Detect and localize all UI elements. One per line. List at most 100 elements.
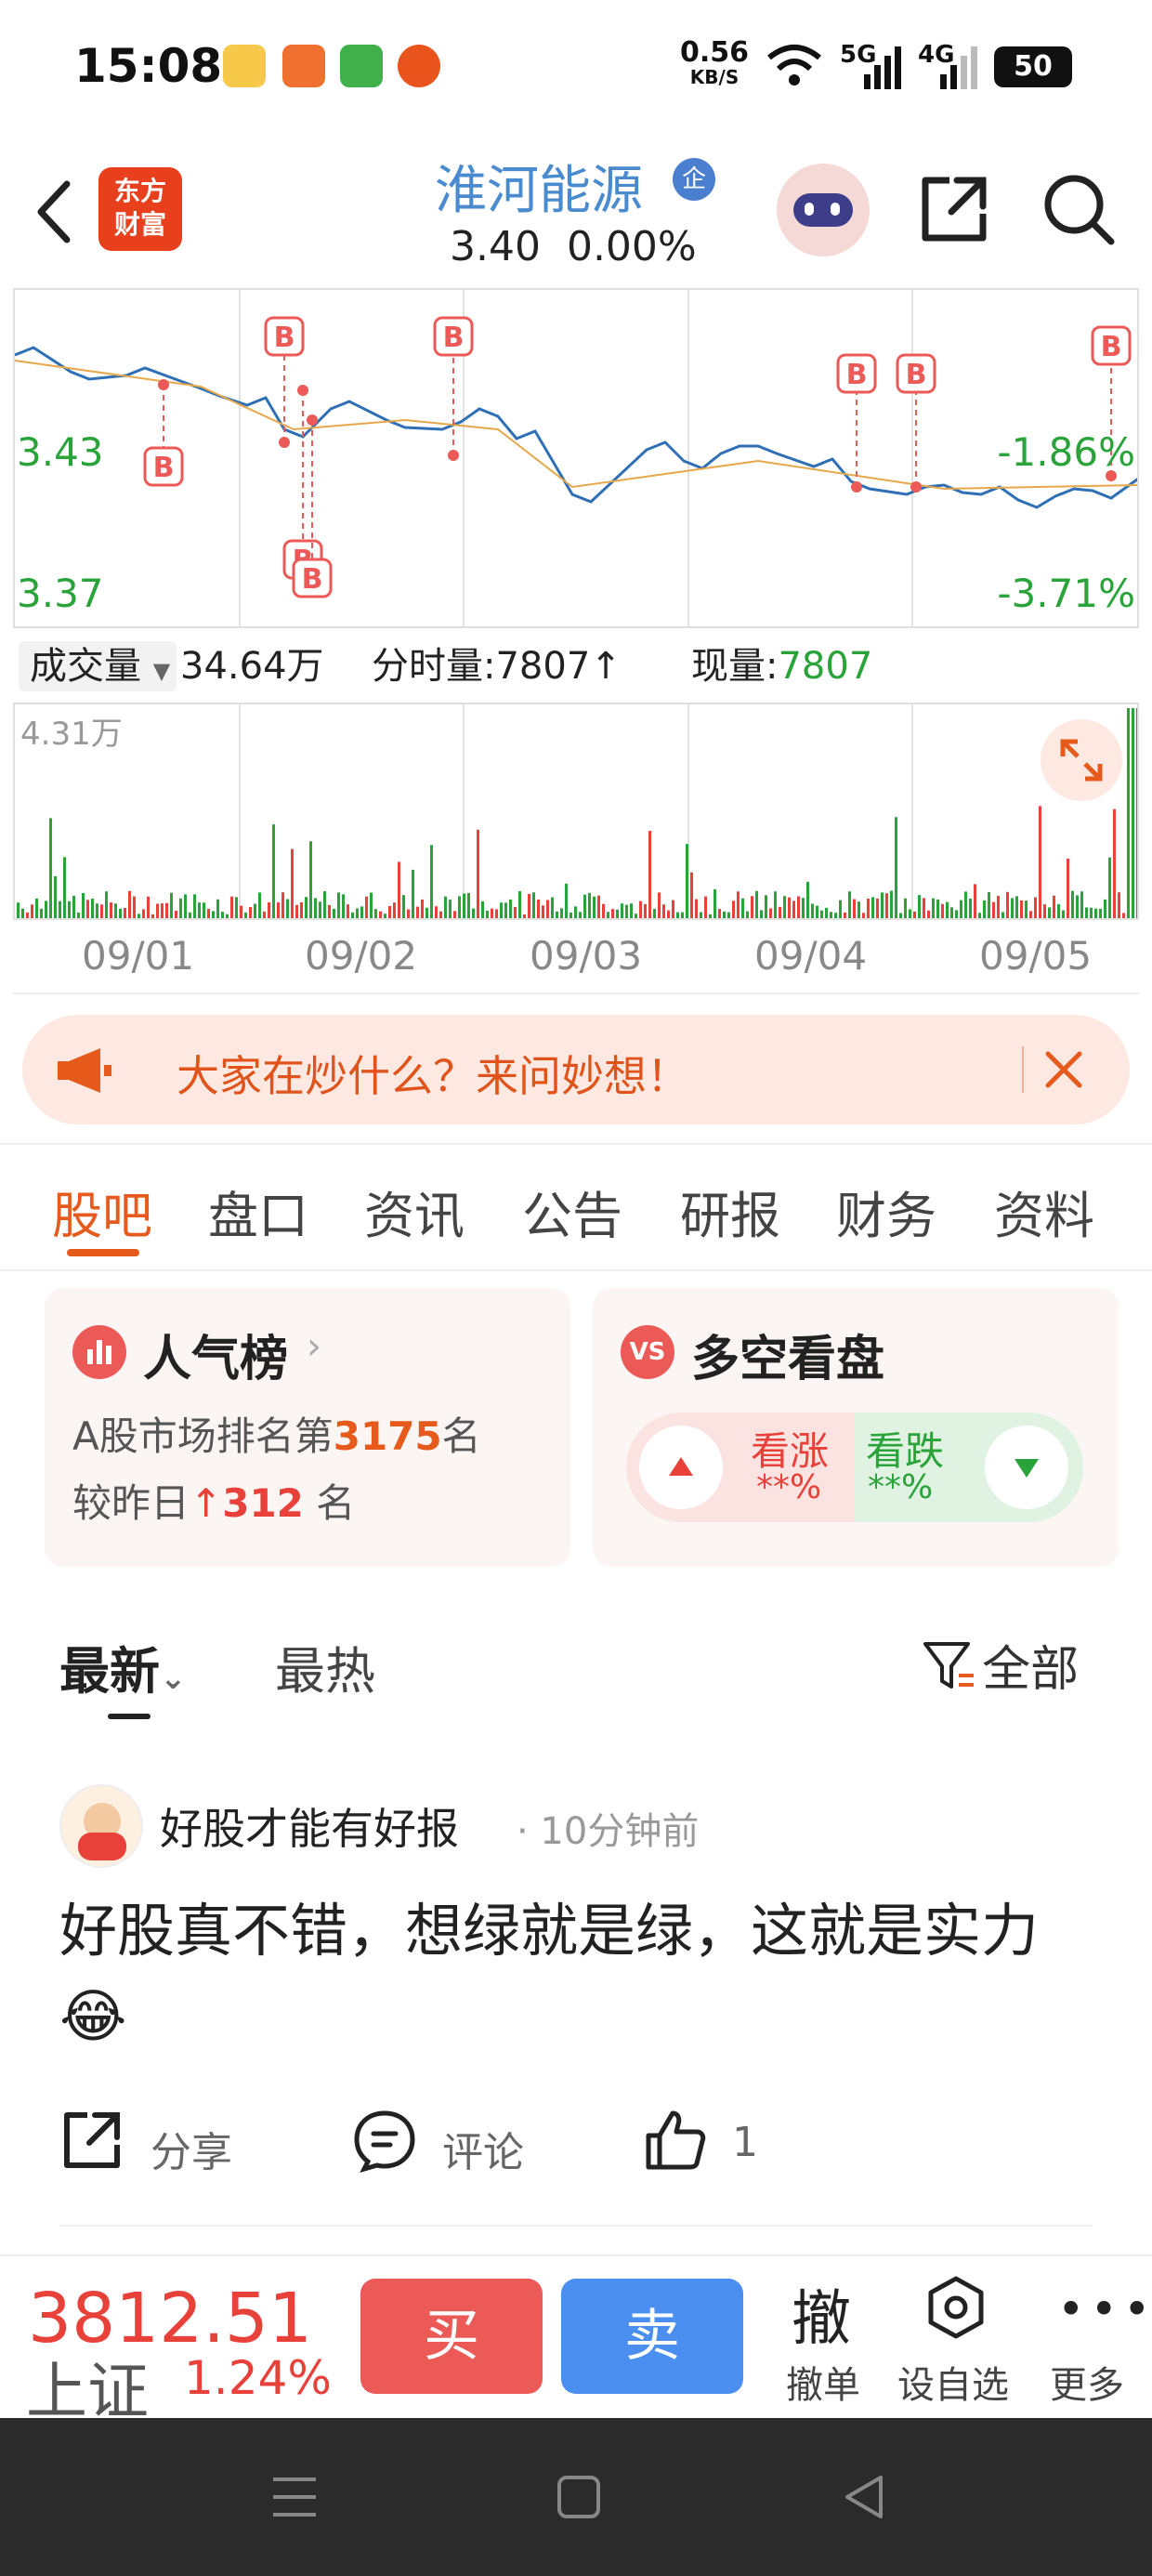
menu-icon[interactable] (269, 2474, 320, 2520)
stock-change: 0.00% (566, 223, 697, 270)
comment-label[interactable]: 评论 (442, 2119, 524, 2178)
rank-change-value: 312 (222, 1480, 304, 1526)
tab-guba[interactable]: 股吧 (52, 1175, 152, 1248)
tab-finance[interactable]: 财务 (836, 1175, 936, 1248)
volume-bar (147, 896, 150, 918)
ranking-icon (72, 1325, 126, 1379)
more-icon[interactable]: ••• (1057, 2282, 1152, 2336)
rank-change-prefix: 较昨日 (72, 1480, 190, 1526)
volume-bar (871, 897, 874, 918)
volume-bar (151, 913, 154, 918)
share-icon[interactable] (58, 2108, 124, 2175)
volume-selector[interactable]: 成交量 ▼ (19, 641, 177, 691)
sort-latest[interactable]: 最新⌄ (59, 1630, 187, 1703)
thumbs-up-icon[interactable] (641, 2106, 710, 2175)
divider (59, 2225, 1093, 2227)
stock-name[interactable]: 淮河能源 (435, 149, 643, 224)
ai-assistant-icon[interactable] (777, 164, 870, 256)
volume-bar (1053, 895, 1055, 918)
chevron-right-icon: › (307, 1325, 321, 1368)
buy-button[interactable]: 买 (360, 2279, 543, 2394)
home-icon[interactable] (556, 2474, 602, 2520)
share-label[interactable]: 分享 (151, 2119, 232, 2178)
volume-bar (416, 906, 419, 918)
buy-marker-text: B (1101, 331, 1122, 363)
volume-selector-label: 成交量 (30, 645, 141, 688)
post-body[interactable]: 好股真不错，想绿就是绿，这就是实力😂 (59, 1888, 1091, 2059)
volume-bar (857, 901, 860, 918)
volume-bar (523, 913, 526, 918)
volume-chart[interactable]: 4.31万 (13, 703, 1139, 920)
volume-bar (918, 895, 921, 918)
volume-bar (379, 911, 382, 918)
watchlist-icon[interactable] (922, 2273, 990, 2342)
volume-bar (890, 890, 893, 918)
tab-profile[interactable]: 资料 (994, 1175, 1094, 1248)
volume-bar (235, 897, 238, 918)
volume-bar (723, 911, 726, 918)
volume-bar (648, 831, 651, 918)
post-author[interactable]: 好股才能有好报 (160, 1795, 459, 1857)
tab-pankou[interactable]: 盘口 (208, 1175, 308, 1248)
comment-icon[interactable] (351, 2108, 418, 2175)
popularity-card[interactable]: 人气榜 › A股市场排名第3175名 较昨日↑312 名 (45, 1288, 570, 1567)
volume-bar (263, 911, 266, 918)
tab-announcements[interactable]: 公告 (522, 1175, 622, 1248)
watchlist-label[interactable]: 设自选 (897, 2355, 1009, 2409)
volume-bar (184, 894, 187, 918)
avatar[interactable] (59, 1784, 143, 1868)
volume-bar (556, 911, 558, 918)
volume-bar (1062, 910, 1065, 918)
sentiment-card[interactable]: VS 多空看盘 看涨 **% 看跌 **% (593, 1288, 1119, 1567)
volume-bar (268, 902, 270, 918)
back-nav-icon[interactable] (840, 2472, 886, 2522)
volume-bar (737, 891, 740, 918)
volume-bar (811, 903, 814, 918)
more-label[interactable]: 更多 (1050, 2355, 1124, 2409)
eastmoney-logo[interactable]: 东方 财富 (98, 167, 182, 251)
index-pct[interactable]: 1.24% (184, 2351, 332, 2405)
volume-bar (509, 899, 512, 918)
volume-bar (156, 903, 159, 918)
share-icon[interactable] (916, 171, 992, 247)
volume-bar (913, 911, 916, 918)
like-count[interactable]: 1 (732, 2119, 758, 2166)
volume-bar (621, 903, 623, 918)
sell-button[interactable]: 卖 (561, 2279, 743, 2394)
cancel-order-label[interactable]: 撤单 (786, 2355, 860, 2409)
volume-bar (481, 900, 484, 918)
volume-bar (119, 908, 122, 918)
filter-button[interactable]: 全部 (920, 1630, 1079, 1700)
volume-bar (393, 902, 396, 918)
buy-marker-text: B (906, 359, 927, 391)
volume-bar (830, 912, 832, 918)
volume-bar (1029, 911, 1032, 918)
volume-bar (936, 899, 939, 918)
volume-bar (983, 900, 986, 918)
bearish-button[interactable]: 看跌 **% (855, 1413, 1083, 1522)
volume-bar (100, 904, 103, 918)
current-volume: 现量:7807 (691, 641, 872, 691)
volume-bar (732, 900, 735, 918)
up-arrow-icon: ↑ (590, 645, 622, 688)
sort-hot[interactable]: 最热 (275, 1630, 375, 1703)
expand-icon[interactable] (1041, 719, 1122, 801)
volume-bar (639, 900, 642, 918)
volume-bar (602, 903, 605, 918)
current-volume-label: 现量: (691, 645, 779, 688)
search-icon[interactable] (1039, 169, 1119, 249)
volume-bar (746, 911, 749, 918)
volume-bar (189, 912, 191, 918)
buy-marker-dot (158, 379, 169, 390)
close-icon[interactable] (1042, 1048, 1085, 1091)
bullish-button[interactable]: 看涨 **% (626, 1413, 855, 1522)
tab-news[interactable]: 资讯 (364, 1175, 465, 1248)
tab-research[interactable]: 研报 (680, 1175, 780, 1248)
intraday-chart[interactable]: BBBBBBBB 3.43 3.37 -1.86% -3.71% (13, 288, 1139, 628)
volume-bar (741, 898, 744, 918)
back-icon[interactable] (28, 175, 84, 249)
cancel-order-icon[interactable]: 撤 (792, 2271, 851, 2357)
volume-bar (374, 909, 377, 918)
volume-bar (769, 908, 772, 918)
volume-bar (170, 892, 173, 918)
